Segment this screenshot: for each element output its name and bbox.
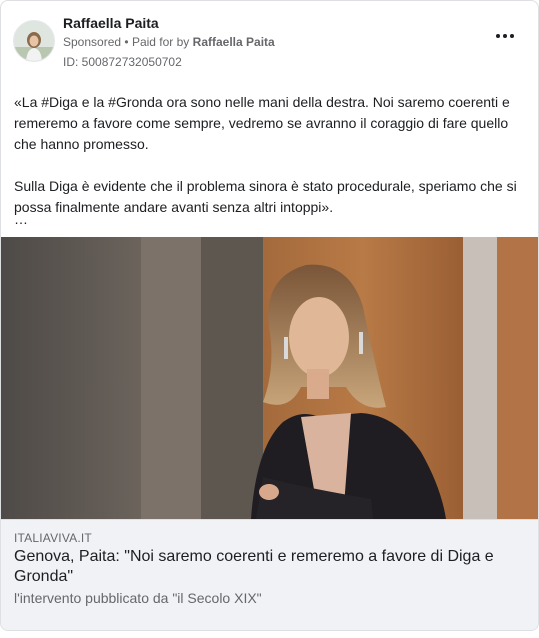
- paid-for-prefix: Paid for by: [131, 35, 190, 49]
- post-text: «La #Diga e la #Gronda ora sono nelle ma…: [14, 92, 524, 218]
- see-more-ellipsis[interactable]: …: [14, 211, 28, 227]
- post-paragraph: Sulla Diga è evidente che il problema si…: [14, 178, 517, 215]
- post-image[interactable]: [1, 237, 538, 519]
- link-title[interactable]: Genova, Paita: "Noi saremo coerenti e re…: [14, 547, 514, 587]
- sponsored-line: Sponsored • Paid for by Raffaella Paita: [63, 35, 275, 49]
- avatar[interactable]: [13, 20, 55, 62]
- author-name[interactable]: Raffaella Paita: [63, 15, 159, 31]
- avatar-image: [14, 21, 54, 61]
- sponsored-label[interactable]: Sponsored: [63, 35, 121, 49]
- library-id: ID: 500872732050702: [63, 55, 182, 69]
- post-header: Raffaella Paita Sponsored • Paid for by …: [13, 14, 526, 74]
- portrait-image: [1, 237, 538, 519]
- link-domain: ITALIAVIVA.IT: [14, 531, 92, 545]
- more-horizontal-icon[interactable]: [496, 32, 516, 40]
- link-preview[interactable]: ITALIAVIVA.IT Genova, Paita: "Noi saremo…: [1, 519, 538, 630]
- ad-card: Raffaella Paita Sponsored • Paid for by …: [0, 0, 539, 631]
- post-paragraph: «La #Diga e la #Gronda ora sono nelle ma…: [14, 94, 510, 152]
- link-description: l'intervento pubblicato da "il Secolo XI…: [14, 590, 262, 606]
- paid-for-name[interactable]: Raffaella Paita: [193, 35, 275, 49]
- separator: •: [124, 35, 129, 49]
